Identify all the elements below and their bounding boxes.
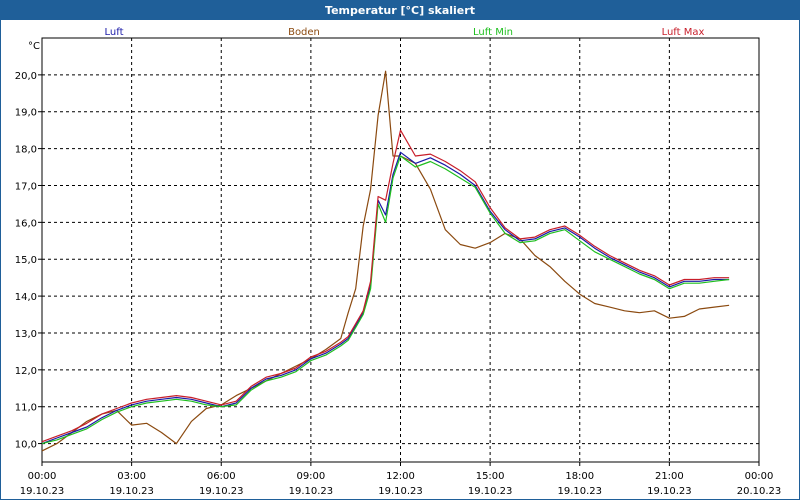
chart-window: Temperatur [°C] skaliert °C 10,0 11,0 12,0 1… bbox=[0, 0, 800, 500]
series-lines bbox=[41, 70, 730, 452]
legend-item-luft: Luft bbox=[105, 27, 124, 38]
y-tick-label: 11,0 bbox=[15, 403, 37, 414]
legend-item-boden: Boden bbox=[288, 27, 320, 38]
y-tick-label: 15,0 bbox=[15, 255, 37, 266]
x-tick-time-label: 09:00 bbox=[296, 471, 325, 482]
y-tick-label: 17,0 bbox=[15, 181, 37, 192]
x-tick-time-label: 03:00 bbox=[117, 471, 146, 482]
y-tick-label: 10,0 bbox=[15, 440, 37, 451]
x-tick-time-label: 18:00 bbox=[565, 471, 594, 482]
series-line-luft-max bbox=[41, 129, 730, 443]
series-line-boden bbox=[41, 70, 730, 452]
y-tick-label: 14,0 bbox=[15, 292, 37, 303]
line-chart: °C 10,0 11,0 12,0 13,0 14,0 15,0 16,0 17,0 18,0 19… bbox=[15, 27, 782, 497]
legend: Luft Boden Luft Min Luft Max bbox=[105, 27, 705, 38]
x-tick-date-label: 19.10.23 bbox=[199, 486, 244, 497]
x-tick-date-label: 19.10.23 bbox=[468, 486, 513, 497]
y-tick-label: 16,0 bbox=[15, 218, 37, 229]
x-tick-date-label: 20.10.23 bbox=[737, 486, 782, 497]
x-tick-date-label: 19.10.23 bbox=[289, 486, 334, 497]
x-tick-time-label: 00:00 bbox=[28, 471, 57, 482]
x-tick-date-label: 19.10.23 bbox=[109, 486, 154, 497]
x-tick-time-label: 21:00 bbox=[655, 471, 684, 482]
x-tick-time-label: 00:00 bbox=[745, 471, 774, 482]
y-tick-label: 19,0 bbox=[15, 108, 37, 119]
y-axis-unit: °C bbox=[28, 41, 40, 52]
tick-labels: °C 10,0 11,0 12,0 13,0 14,0 15,0 16,0 17,0 18,0 19… bbox=[15, 41, 782, 497]
x-tick-date-label: 19.10.23 bbox=[378, 486, 423, 497]
legend-item-luft-max: Luft Max bbox=[662, 27, 705, 38]
x-tick-time-label: 12:00 bbox=[386, 471, 415, 482]
x-tick-date-label: 19.10.23 bbox=[557, 486, 602, 497]
legend-item-luft-min: Luft Min bbox=[473, 27, 513, 38]
y-tick-label: 12,0 bbox=[15, 366, 37, 377]
y-tick-label: 13,0 bbox=[15, 329, 37, 340]
y-tick-label: 18,0 bbox=[15, 145, 37, 156]
x-tick-time-label: 15:00 bbox=[476, 471, 505, 482]
x-tick-time-label: 06:00 bbox=[207, 471, 236, 482]
x-tick-date-label: 19.10.23 bbox=[20, 486, 65, 497]
y-tick-label: 20,0 bbox=[15, 71, 37, 82]
x-tick-date-label: 19.10.23 bbox=[647, 486, 692, 497]
